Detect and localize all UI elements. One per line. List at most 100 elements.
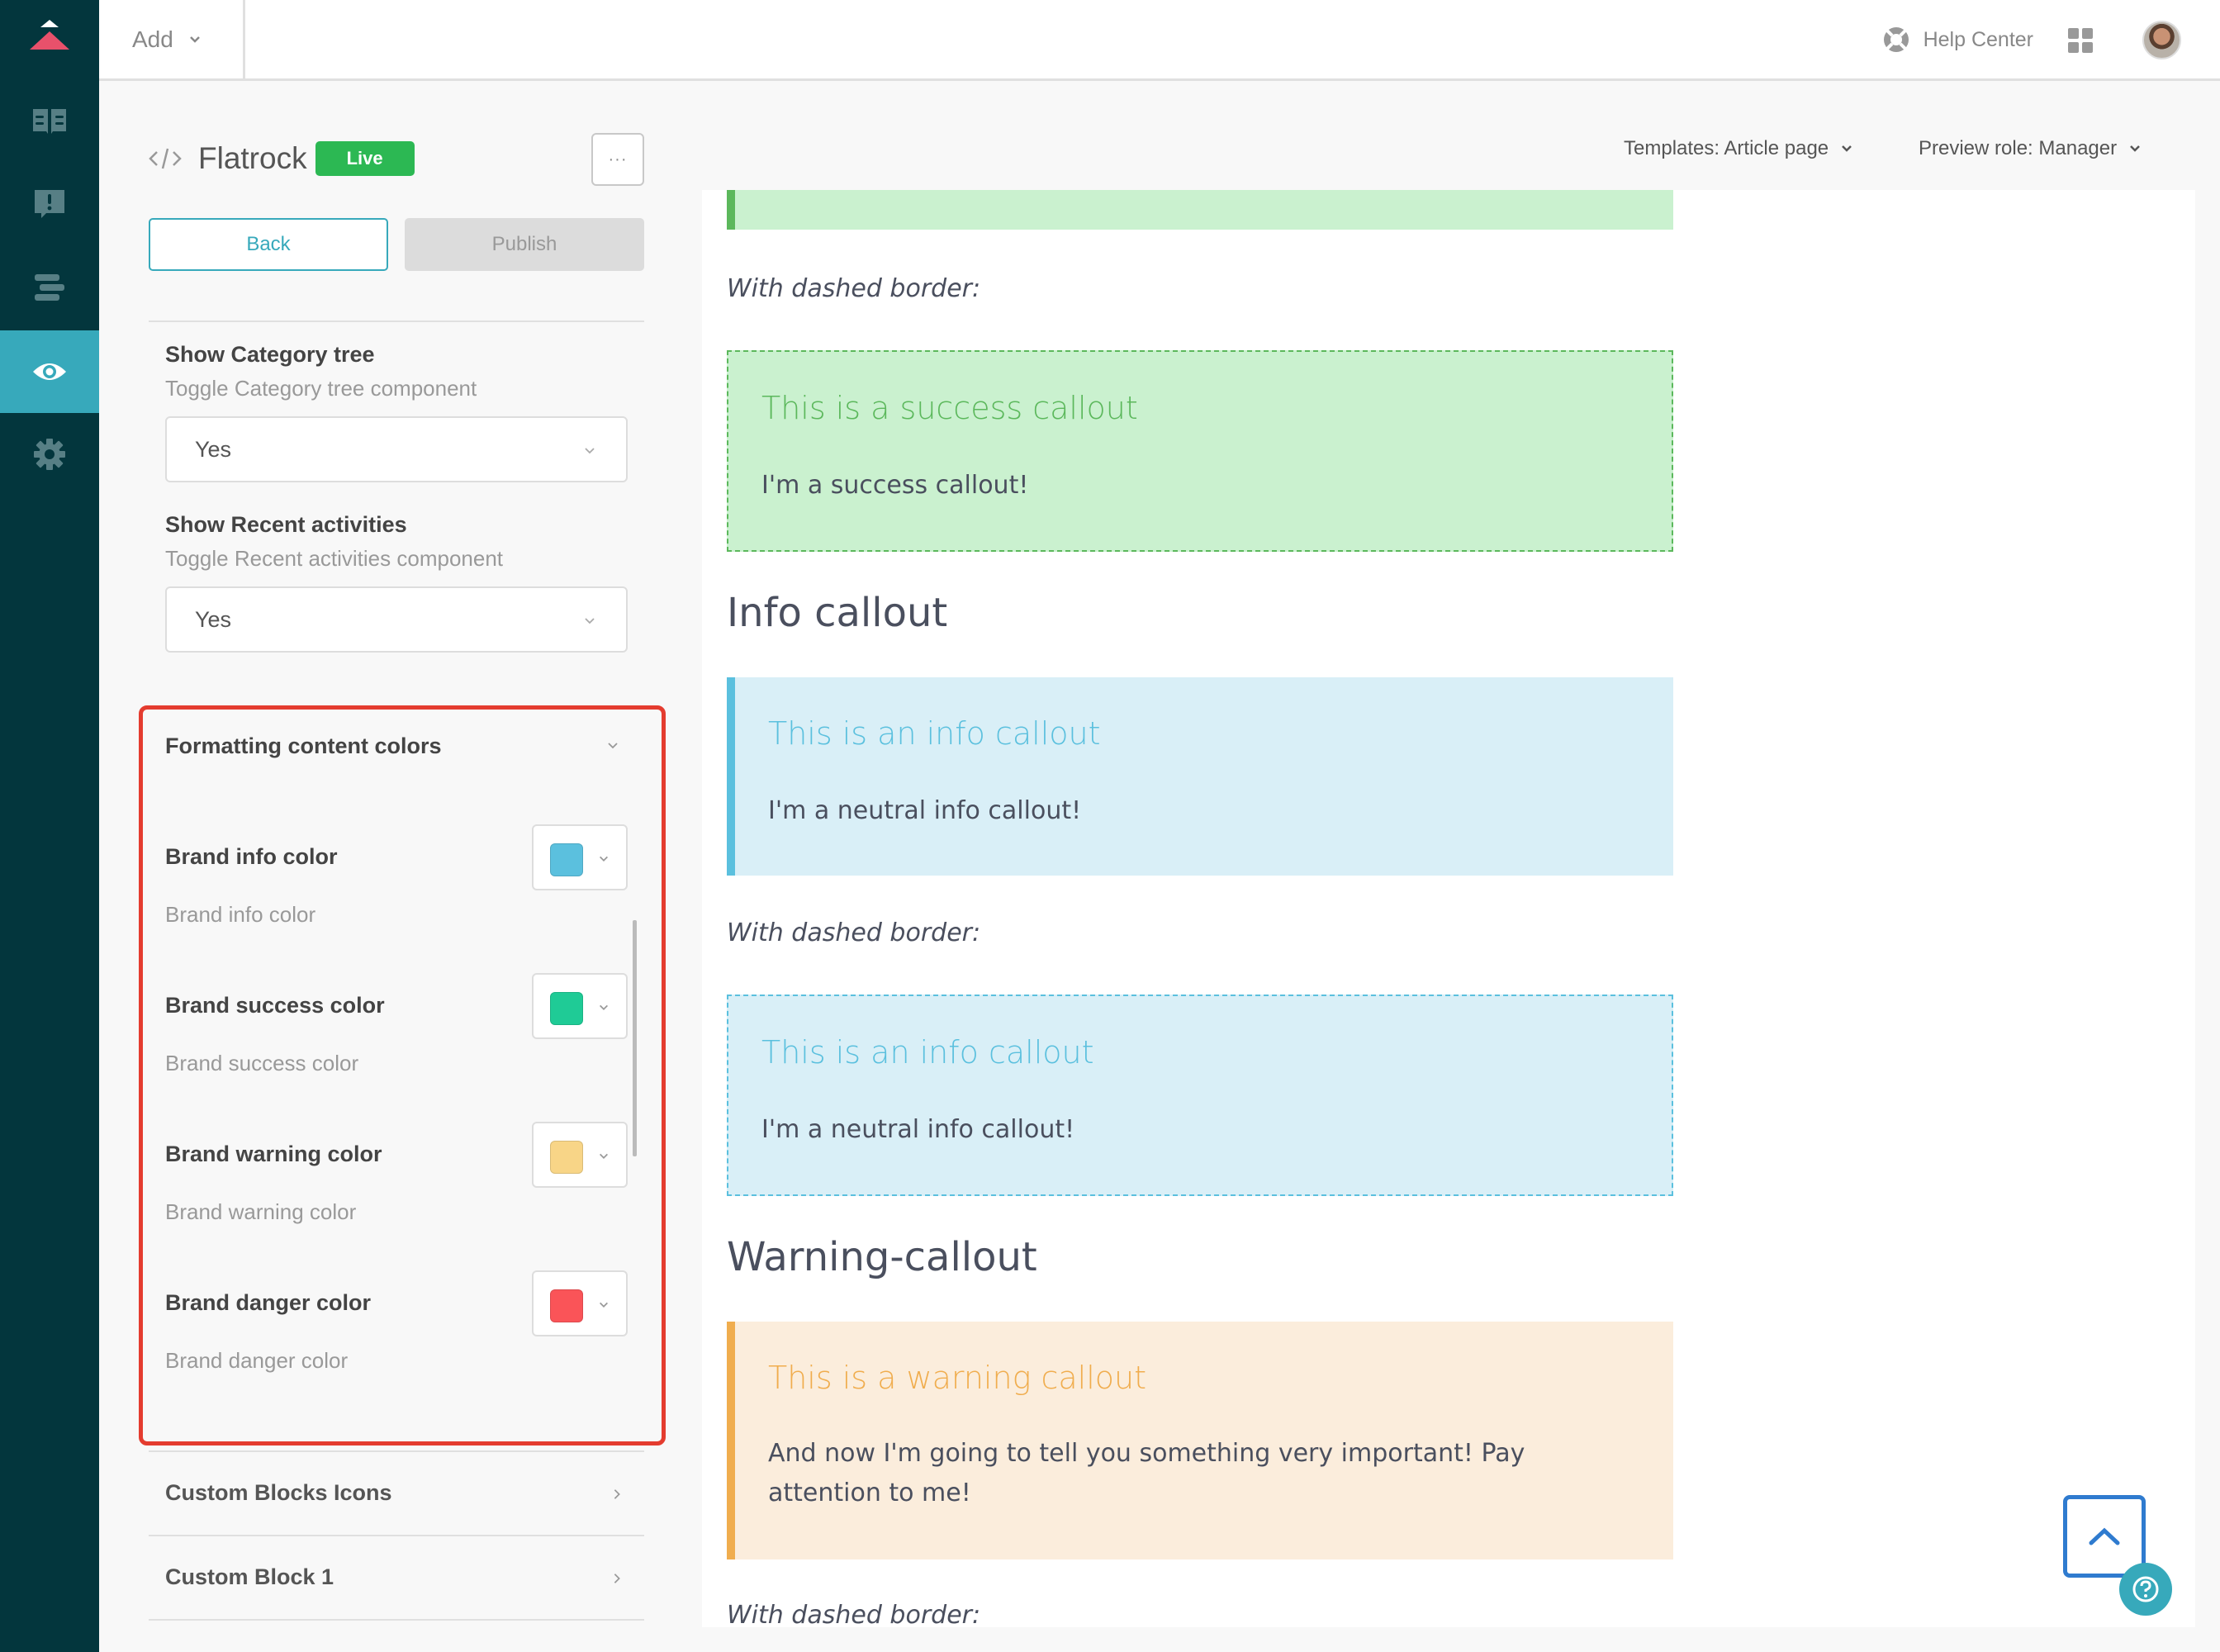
preview-role-label: Preview role: Manager: [1919, 137, 2118, 159]
chevron-down-icon: [608, 743, 618, 749]
color-swatch: [550, 1289, 583, 1322]
chevron-down-icon: [189, 36, 200, 43]
color-label: Brand info color: [165, 844, 338, 869]
top-header: Add Help Center: [99, 0, 2220, 81]
section-scrollbar[interactable]: [633, 920, 637, 1156]
color-swatch: [550, 992, 583, 1025]
theme-title-row: Flatrock Live: [149, 134, 415, 183]
color-label: Brand danger color: [165, 1290, 372, 1315]
setting-description: Toggle Recent activities component: [165, 546, 504, 571]
theme-title: Flatrock: [198, 141, 307, 175]
setting-recent-activities: Show Recent activities Toggle Recent act…: [165, 512, 628, 653]
chevron-right-icon: [614, 1574, 620, 1583]
nav-item-guide[interactable]: [0, 81, 99, 164]
callout-body: I'm a neutral info callout!: [768, 796, 1082, 825]
gear-icon: [34, 439, 65, 470]
setting-label: Show Recent activities: [165, 512, 407, 537]
back-button[interactable]: Back: [149, 218, 388, 271]
dashed-caption: With dashed border:: [727, 274, 981, 303]
template-label: Templates: Article page: [1624, 137, 1829, 159]
color-label: Brand success color: [165, 993, 385, 1018]
brand-danger-color-picker[interactable]: [532, 1270, 628, 1336]
book-icon: [33, 109, 66, 134]
article-preview: With dashed border: This is a success ca…: [702, 190, 2195, 1627]
setting-category-tree: Show Category tree Toggle Category tree …: [165, 342, 628, 482]
brand-warning-color-picker[interactable]: [532, 1122, 628, 1188]
more-options-button[interactable]: ···: [591, 133, 644, 186]
bars-icon: [35, 274, 64, 301]
lifebuoy-icon: [1883, 27, 1909, 52]
warning-callout-solid: This is a warning callout And now I'm go…: [727, 1322, 1673, 1559]
setting-label: Show Category tree: [165, 342, 375, 367]
color-description: Brand warning color: [165, 1199, 357, 1224]
callout-title: This is an info callout: [768, 715, 1101, 752]
info-callout-solid: This is an info callout I'm a neutral in…: [727, 677, 1673, 876]
callout-title: This is a success callout: [761, 390, 1138, 426]
divider: [149, 320, 644, 322]
live-status-badge: Live: [315, 141, 415, 176]
callout-body: I'm a neutral info callout!: [761, 1115, 1075, 1144]
success-callout-dashed: This is a success callout I'm a success …: [727, 350, 1673, 552]
product-logo[interactable]: [0, 0, 99, 81]
info-heading: Info callout: [727, 590, 948, 636]
chevron-down-icon: [600, 1153, 608, 1159]
category-tree-select[interactable]: Yes: [165, 416, 628, 482]
select-value: Yes: [195, 606, 232, 632]
dashed-caption: With dashed border:: [727, 919, 981, 947]
setting-description: Toggle Category tree component: [165, 376, 477, 401]
guide-logo-icon: [30, 20, 69, 50]
formatting-colors-header[interactable]: Formatting content colors: [165, 729, 628, 762]
section-title: Formatting content colors: [165, 733, 442, 758]
callout-body: I'm a success callout!: [761, 471, 1029, 500]
chevron-up-icon: [2089, 1527, 2120, 1545]
chevron-down-icon: [585, 448, 595, 454]
warning-heading: Warning-callout: [727, 1234, 1037, 1280]
brand-success-color-picker[interactable]: [532, 973, 628, 1039]
theme-settings-panel: Flatrock Live ··· Back Publish Show Cate…: [139, 81, 666, 1652]
color-swatch: [550, 843, 583, 876]
question-circle-icon: [2132, 1576, 2159, 1602]
eye-icon: [33, 363, 66, 380]
header-divider: [243, 0, 245, 79]
color-description: Brand success color: [165, 1051, 359, 1075]
nav-item-feedback[interactable]: [0, 164, 99, 246]
callout-body: And now I'm going to tell you something …: [768, 1439, 1525, 1507]
color-description: Brand danger color: [165, 1348, 349, 1373]
success-callout-partial: [727, 190, 1673, 230]
brand-info-color-picker[interactable]: [532, 824, 628, 890]
add-label: Add: [132, 26, 173, 52]
publish-button[interactable]: Publish: [405, 218, 644, 271]
recent-activities-select[interactable]: Yes: [165, 586, 628, 653]
help-center-label: Help Center: [1923, 27, 2033, 51]
template-select[interactable]: Templates: Article page: [1624, 132, 1853, 165]
select-value: Yes: [195, 436, 232, 462]
nav-item-settings[interactable]: [0, 413, 99, 496]
chevron-down-icon: [600, 1302, 608, 1308]
nav-item-arrange[interactable]: [0, 246, 99, 329]
help-center-link[interactable]: Help Center: [1882, 0, 2033, 79]
callout-title: This is a warning callout: [768, 1360, 1146, 1396]
callout-title: This is an info callout: [761, 1034, 1094, 1070]
add-menu-button[interactable]: Add: [132, 0, 202, 79]
info-callout-dashed: This is an info callout I'm a neutral in…: [727, 995, 1673, 1196]
chevron-down-icon: [585, 618, 595, 624]
dashed-caption: With dashed border:: [727, 1601, 981, 1627]
color-label: Brand warning color: [165, 1142, 382, 1166]
chevron-right-icon: [614, 1489, 620, 1499]
accordion-custom-blocks-icons[interactable]: Custom Blocks Icons: [149, 1452, 644, 1536]
code-icon: [149, 148, 182, 169]
chevron-down-icon: [1842, 145, 1852, 152]
grid-icon[interactable]: [2068, 28, 2093, 53]
accordion-label: Custom Blocks Icons: [165, 1480, 392, 1505]
user-avatar[interactable]: [2142, 21, 2181, 59]
chevron-down-icon: [2130, 145, 2140, 152]
help-widget-button[interactable]: [2119, 1563, 2172, 1616]
accordion-custom-block-1[interactable]: Custom Block 1: [149, 1536, 644, 1621]
preview-role-select[interactable]: Preview role: Manager: [1919, 132, 2142, 165]
color-swatch: [550, 1141, 583, 1174]
nav-item-customize[interactable]: [0, 330, 99, 413]
app-nav: [0, 0, 99, 1652]
accordion-label: Custom Block 1: [165, 1564, 334, 1589]
chevron-down-icon: [600, 856, 608, 862]
color-description: Brand info color: [165, 902, 316, 927]
